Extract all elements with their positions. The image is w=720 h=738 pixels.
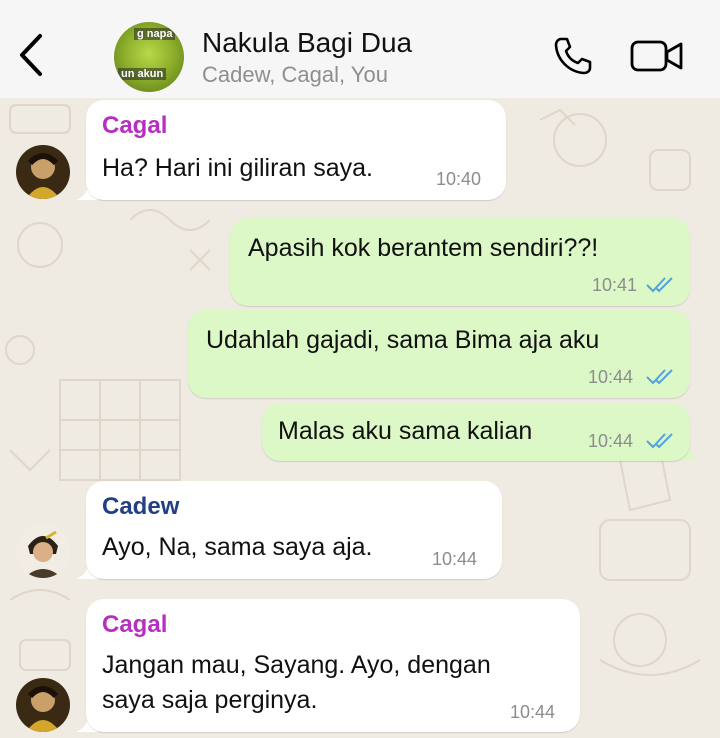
chat-participants[interactable]: Cadew, Cagal, You: [202, 62, 388, 88]
message-time: 10:44: [432, 549, 478, 569]
message-text: Malas aku sama kalian: [278, 417, 533, 445]
message-time: 10:40: [436, 169, 482, 189]
double-check-icon: [646, 433, 673, 449]
message-time: 10:44: [588, 431, 634, 451]
message-time: 10:44: [588, 367, 634, 387]
message-bubble-incoming[interactable]: Cadew Ayo, Na, sama saya aja. 10:44: [86, 481, 502, 579]
avatar-caption-bottom: un akun: [118, 68, 167, 80]
chat-header: g napa un akun Nakula Bagi Dua Cadew, Ca…: [0, 0, 720, 98]
message-sender: Cadew: [102, 493, 180, 520]
video-camera-icon[interactable]: [630, 38, 684, 74]
message-bubble-incoming[interactable]: Cagal Ha? Hari ini giliran saya. 10:40: [86, 100, 506, 200]
double-check-icon: [646, 369, 673, 385]
phone-icon[interactable]: [552, 36, 592, 76]
message-bubble-incoming[interactable]: Cagal Jangan mau, Sayang. Ayo, dengan sa…: [86, 599, 580, 732]
back-chevron-icon[interactable]: [14, 30, 48, 80]
message-sender: Cagal: [102, 112, 168, 139]
message-text: Ayo, Na, sama saya aja.: [102, 533, 373, 561]
message-text: Udahlah gajadi, sama Bima aja aku: [206, 326, 600, 354]
message-sender: Cagal: [102, 611, 168, 638]
avatar-caption-top: g napa: [134, 28, 176, 40]
message-text: Apasih kok berantem sendiri??!: [248, 234, 599, 262]
message-bubble-outgoing[interactable]: Malas aku sama kalian 10:44: [262, 403, 690, 461]
chat-title[interactable]: Nakula Bagi Dua: [202, 27, 412, 59]
avatar-cagal[interactable]: [16, 145, 70, 199]
group-avatar[interactable]: g napa un akun: [114, 22, 184, 92]
message-text-line-1: Jangan mau, Sayang. Ayo, dengan: [102, 651, 491, 679]
message-time: 10:44: [510, 702, 556, 722]
double-check-icon: [646, 277, 673, 293]
message-text-line-2: saya saja perginya.: [102, 686, 318, 714]
avatar-cadew[interactable]: [16, 524, 70, 578]
message-bubble-outgoing[interactable]: Apasih kok berantem sendiri??! 10:41: [230, 218, 690, 306]
message-bubble-outgoing[interactable]: Udahlah gajadi, sama Bima aja aku 10:44: [188, 310, 690, 398]
message-text: Ha? Hari ini giliran saya.: [102, 154, 373, 182]
message-time: 10:41: [592, 275, 638, 295]
avatar-cagal[interactable]: [16, 678, 70, 732]
